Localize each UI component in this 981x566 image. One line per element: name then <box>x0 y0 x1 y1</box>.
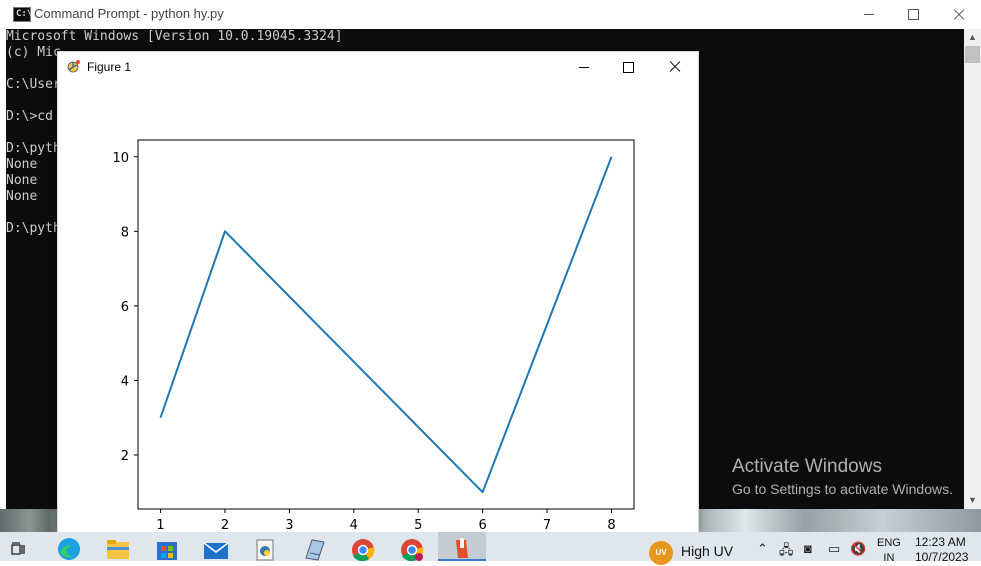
activate-windows-watermark: Activate Windows Go to Settings to activ… <box>732 456 953 499</box>
cmd-icon: C:\ <box>13 7 31 22</box>
python-file-icon[interactable] <box>241 532 289 561</box>
chrome-icon[interactable] <box>339 532 387 561</box>
region-code: IN <box>877 551 901 566</box>
cmd-minimize-button[interactable] <box>846 0 891 29</box>
network-icon[interactable]: 🖧 <box>779 541 794 563</box>
scroll-thumb[interactable] <box>965 46 980 63</box>
taskbar: UV High UV ⌃ 🖧 ◙ ▭ 🔇 ENG IN 12:23 AM 10/… <box>0 532 981 561</box>
python-app-icon[interactable] <box>438 532 486 561</box>
scroll-up-arrow-icon[interactable]: ▲ <box>964 29 981 46</box>
clock-time: 12:23 AM <box>915 535 968 550</box>
file-explorer-icon[interactable] <box>94 532 142 561</box>
cmd-maximize-button[interactable] <box>891 0 936 29</box>
uv-badge: UV <box>649 541 673 565</box>
minimize-icon <box>864 14 874 15</box>
x-tick-label: 4 <box>350 518 358 533</box>
maximize-icon <box>908 9 919 20</box>
x-tick-label: 2 <box>221 518 229 533</box>
x-tick-label: 7 <box>543 518 551 533</box>
chrome-profile-icon[interactable] <box>388 532 436 561</box>
mail-icon[interactable] <box>192 532 240 561</box>
activate-windows-title: Activate Windows <box>732 456 953 478</box>
x-tick-label: 8 <box>607 518 615 533</box>
y-tick-label: 2 <box>121 449 129 464</box>
figure-window: Figure 1 12345678246810 <box>57 51 699 533</box>
y-tick-label: 4 <box>121 374 129 389</box>
plot-axes-frame <box>138 140 634 509</box>
monitor-icon[interactable]: ▭ <box>828 541 840 557</box>
close-icon <box>953 9 965 21</box>
task-view-icon[interactable] <box>0 532 48 561</box>
language-code: ENG <box>877 536 901 551</box>
clock-date: 10/7/2023 <box>915 550 968 565</box>
language-indicator[interactable]: ENG IN <box>877 536 901 566</box>
cmd-scrollbar[interactable]: ▲ ▼ <box>964 29 981 509</box>
store-icon[interactable] <box>143 532 191 561</box>
y-tick-label: 10 <box>112 151 129 166</box>
y-tick-label: 6 <box>121 300 129 315</box>
activate-windows-subtitle: Go to Settings to activate Windows. <box>732 479 953 499</box>
scroll-down-arrow-icon[interactable]: ▼ <box>964 492 981 509</box>
meet-now-icon[interactable]: ◙ <box>804 541 812 556</box>
notepad-icon[interactable] <box>290 532 338 561</box>
x-tick-label: 1 <box>156 518 164 533</box>
cmd-close-button[interactable] <box>936 0 981 29</box>
y-tick-label: 8 <box>121 225 129 240</box>
x-tick-label: 3 <box>285 518 293 533</box>
cmd-window-title: Command Prompt - python hy.py <box>34 6 224 21</box>
line-chart: 1 2 3 4 5 6 7 8 2 4 6 8 10 <box>58 52 698 533</box>
weather-text: High UV <box>681 543 733 559</box>
volume-muted-icon[interactable]: 🔇 <box>850 541 866 557</box>
cmd-titlebar[interactable]: C:\ Command Prompt - python hy.py <box>0 0 981 29</box>
console-line: Microsoft Windows [Version 10.0.19045.33… <box>6 29 343 45</box>
x-tick-label: 6 <box>478 518 486 533</box>
edge-icon[interactable] <box>45 532 93 561</box>
chevron-up-icon[interactable]: ⌃ <box>757 541 768 557</box>
x-tick-label: 5 <box>414 518 422 533</box>
